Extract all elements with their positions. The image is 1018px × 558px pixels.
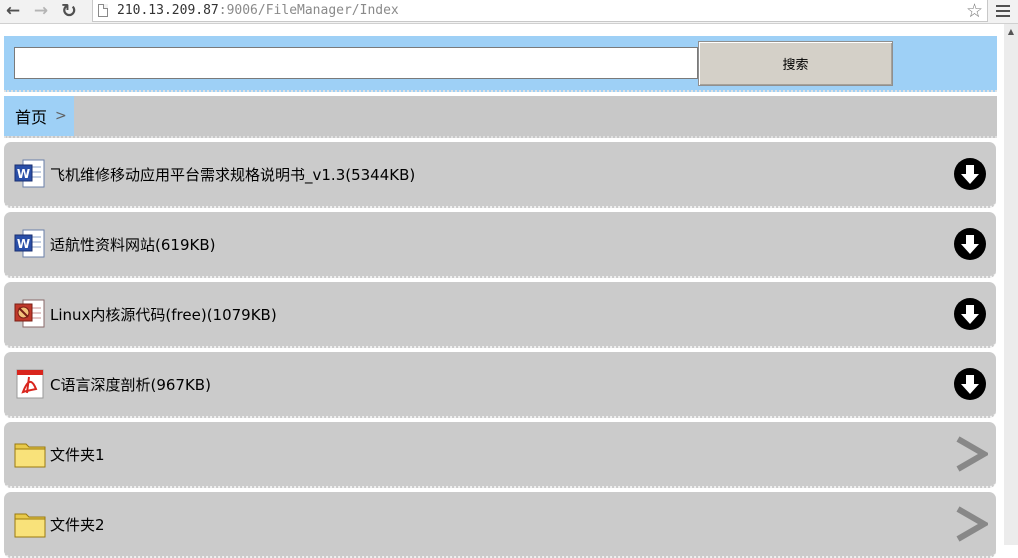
- item-label: 文件夹2: [50, 516, 105, 534]
- page-icon: [98, 4, 108, 17]
- download-icon[interactable]: [954, 298, 986, 330]
- svg-text:W: W: [17, 167, 30, 181]
- download-icon[interactable]: [954, 368, 986, 400]
- svg-text:W: W: [17, 237, 30, 251]
- url-host: 210.13.209.87: [117, 3, 219, 18]
- item-label: 飞机维修移动应用平台需求规格说明书_v1.3(5344KB): [50, 166, 416, 184]
- search-button[interactable]: 搜索: [698, 41, 893, 86]
- folder-icon: [14, 513, 46, 538]
- list-item[interactable]: W 适航性资料网站(619KB): [4, 212, 996, 278]
- archive-file-icon: [14, 299, 45, 328]
- breadcrumb: 首页 >: [4, 96, 997, 138]
- reload-icon[interactable]: ↻: [58, 0, 80, 22]
- word-document-icon: W: [14, 159, 45, 188]
- item-label: Linux内核源代码(free)(1079KB): [50, 306, 277, 324]
- breadcrumb-home-label: 首页: [15, 108, 48, 127]
- chevron-right-icon[interactable]: [952, 505, 988, 543]
- list-item[interactable]: W 飞机维修移动应用平台需求规格说明书_v1.3(5344KB): [4, 142, 996, 208]
- scrollbar[interactable]: ▲: [1004, 24, 1018, 545]
- list-item[interactable]: 文件夹1: [4, 422, 996, 488]
- list-item[interactable]: 文件夹2: [4, 492, 996, 558]
- item-label: 适航性资料网站(619KB): [50, 236, 216, 254]
- list-item[interactable]: Linux内核源代码(free)(1079KB): [4, 282, 996, 348]
- file-manager-page: 搜索 首页 > W 飞机维修移动应用平台需求规格说明书_v1.3(5344KB)…: [0, 24, 1018, 558]
- search-input[interactable]: [14, 47, 698, 79]
- back-arrow-icon[interactable]: ←: [2, 0, 24, 22]
- scroll-up-arrow-icon[interactable]: ▲: [1004, 24, 1018, 38]
- search-panel: 搜索: [4, 36, 997, 92]
- download-icon[interactable]: [954, 228, 986, 260]
- list-item[interactable]: C语言深度剖析(967KB): [4, 352, 996, 418]
- download-icon[interactable]: [954, 158, 986, 190]
- menu-icon[interactable]: [996, 3, 1010, 19]
- bookmark-star-icon[interactable]: ☆: [966, 0, 983, 22]
- url-path: :9006/FileManager/Index: [218, 3, 399, 18]
- pdf-file-icon: [16, 369, 44, 399]
- item-label: C语言深度剖析(967KB): [50, 376, 211, 394]
- chevron-right-icon[interactable]: [952, 435, 988, 473]
- forward-arrow-icon[interactable]: →: [30, 0, 52, 22]
- folder-icon: [14, 443, 46, 468]
- breadcrumb-chevron-icon: >: [55, 108, 67, 124]
- address-bar[interactable]: 210.13.209.87:9006/FileManager/Index ☆: [92, 0, 988, 22]
- browser-toolbar: ← → ↻ 210.13.209.87:9006/FileManager/Ind…: [0, 0, 1018, 24]
- url-text: 210.13.209.87:9006/FileManager/Index: [117, 3, 399, 18]
- item-label: 文件夹1: [50, 446, 105, 464]
- breadcrumb-home[interactable]: 首页 >: [4, 96, 74, 136]
- word-document-icon: W: [14, 229, 45, 258]
